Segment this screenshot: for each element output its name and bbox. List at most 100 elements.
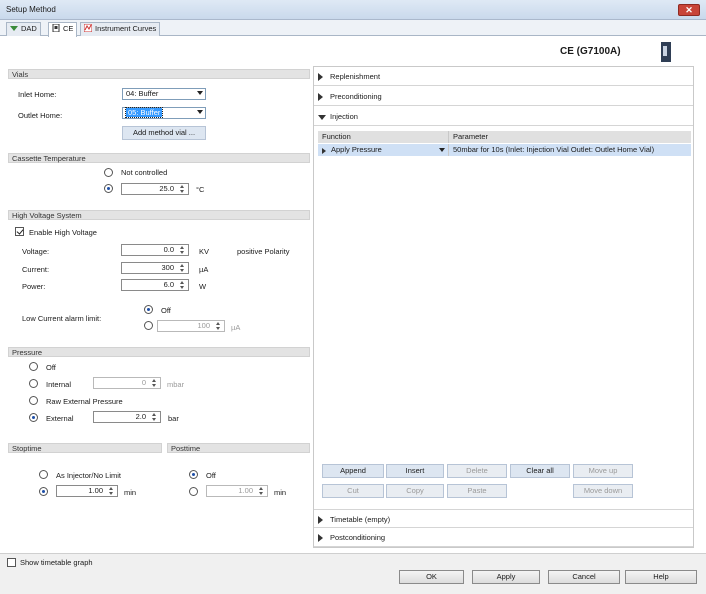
- alarm-limit-value: 100: [197, 321, 210, 330]
- not-controlled-radio[interactable]: [104, 168, 113, 177]
- pressure-internal-radio[interactable]: [29, 379, 38, 388]
- title-bar: Setup Method ✕: [0, 0, 706, 20]
- chevron-down-icon[interactable]: [439, 148, 445, 152]
- copy-button[interactable]: Copy: [386, 484, 444, 498]
- power-unit: W: [199, 282, 207, 291]
- ok-button[interactable]: OK: [399, 570, 464, 584]
- current-spinner[interactable]: 300: [121, 262, 189, 274]
- inlet-home-label: Inlet Home:: [18, 90, 57, 99]
- stoptime-no-limit-radio[interactable]: [39, 470, 48, 479]
- alarm-off-radio[interactable]: [144, 305, 153, 314]
- external-pressure-spinner[interactable]: 2.0: [93, 411, 161, 423]
- window-title: Setup Method: [6, 5, 56, 14]
- spinner-icon[interactable]: [150, 379, 159, 387]
- accordion-preconditioning[interactable]: Preconditioning: [314, 87, 693, 106]
- enable-hv-checkbox[interactable]: [15, 227, 24, 236]
- accordion-timetable[interactable]: Timetable (empty): [314, 509, 693, 528]
- clear-all-button[interactable]: Clear all: [510, 464, 570, 478]
- raw-external-radio[interactable]: [29, 396, 38, 405]
- accordion-postconditioning[interactable]: Postconditioning: [314, 528, 693, 547]
- inlet-home-combo[interactable]: 04: Buffer: [122, 88, 206, 100]
- dad-icon: [10, 25, 18, 32]
- module-name: CE (G7100A): [560, 46, 621, 57]
- outlet-home-value: 05: Buffer: [124, 107, 164, 118]
- column-divider: [448, 131, 449, 143]
- stoptime-header: Stoptime: [8, 443, 162, 453]
- cancel-button[interactable]: Cancel: [548, 570, 620, 584]
- posttime-off-radio[interactable]: [189, 470, 198, 479]
- ce-icon: [52, 23, 60, 33]
- spinner-icon[interactable]: [178, 246, 187, 254]
- alarm-limit-radio[interactable]: [144, 321, 153, 330]
- chevron-down-icon: [197, 110, 203, 114]
- spinner-icon[interactable]: [178, 264, 187, 272]
- tab-instrument-curves[interactable]: Instrument Curves: [80, 22, 161, 36]
- paste-button[interactable]: Paste: [447, 484, 507, 498]
- stoptime-no-limit-label: As Injector/No Limit: [56, 471, 122, 480]
- voltage-spinner[interactable]: 0.0: [121, 244, 189, 256]
- cut-button[interactable]: Cut: [322, 484, 384, 498]
- append-button[interactable]: Append: [322, 464, 384, 478]
- temperature-spinner[interactable]: 25.0: [121, 183, 189, 195]
- tab-strip: DAD CE Instrument Curves: [0, 20, 706, 37]
- table-row[interactable]: Apply Pressure 50mbar for 10s (Inlet: In…: [318, 144, 691, 156]
- show-timetable-label: Show timetable graph: [20, 558, 93, 567]
- right-panel: Replenishment Preconditioning Injection …: [313, 66, 694, 548]
- polarity-label: positive Polarity: [237, 247, 290, 256]
- posttime-header: Posttime: [167, 443, 310, 453]
- pressure-off-radio[interactable]: [29, 362, 38, 371]
- expand-arrow-icon: [318, 73, 323, 81]
- enable-hv-label: Enable High Voltage: [29, 228, 97, 237]
- current-unit: µA: [199, 265, 209, 274]
- power-spinner[interactable]: 6.0: [121, 279, 189, 291]
- temperature-value: 25.0: [159, 184, 174, 193]
- close-button[interactable]: ✕: [678, 4, 700, 16]
- internal-pressure-unit: mbar: [167, 380, 185, 389]
- help-button[interactable]: Help: [625, 570, 697, 584]
- spinner-icon[interactable]: [214, 322, 223, 330]
- spinner-icon[interactable]: [150, 413, 159, 421]
- show-timetable-checkbox[interactable]: [7, 558, 16, 567]
- stoptime-value: 1.00: [88, 486, 103, 495]
- external-pressure-unit: bar: [168, 414, 179, 423]
- stoptime-unit: min: [124, 488, 137, 497]
- voltage-value: 0.0: [163, 245, 174, 254]
- curves-icon: [83, 23, 93, 33]
- expand-arrow-icon: [318, 534, 323, 542]
- stoptime-value-radio[interactable]: [39, 487, 48, 496]
- spinner-icon[interactable]: [178, 281, 187, 289]
- column-divider: [448, 144, 449, 156]
- insert-button[interactable]: Insert: [386, 464, 444, 478]
- stoptime-spinner[interactable]: 1.00: [56, 485, 118, 497]
- spinner-icon[interactable]: [257, 487, 266, 495]
- pressure-internal-label: Internal: [46, 380, 72, 389]
- accordion-replenishment[interactable]: Replenishment: [314, 67, 693, 86]
- row-function[interactable]: Apply Pressure: [331, 144, 382, 156]
- tab-dad[interactable]: DAD: [6, 22, 41, 36]
- table-header: Function Parameter: [318, 131, 691, 143]
- spinner-icon[interactable]: [178, 185, 187, 193]
- posttime-off-label: Off: [206, 471, 216, 480]
- bottom-bar: Show timetable graph OK Apply Cancel Hel…: [0, 553, 706, 594]
- external-pressure-value: 2.0: [135, 412, 146, 421]
- spinner-icon[interactable]: [107, 487, 116, 495]
- internal-pressure-spinner[interactable]: 0: [93, 377, 161, 389]
- external-radio[interactable]: [29, 413, 38, 422]
- move-down-button[interactable]: Move down: [573, 484, 633, 498]
- temperature-radio[interactable]: [104, 184, 113, 193]
- power-label: Power:: [22, 282, 46, 291]
- accordion-injection[interactable]: Injection: [314, 107, 693, 126]
- current-value: 300: [161, 263, 174, 272]
- delete-button[interactable]: Delete: [447, 464, 507, 478]
- add-method-vial-button[interactable]: Add method vial ...: [122, 126, 206, 140]
- low-current-alarm-label: Low Current alarm limit:: [22, 314, 102, 323]
- alarm-limit-spinner[interactable]: 100: [157, 320, 225, 332]
- posttime-spinner[interactable]: 1.00: [206, 485, 268, 497]
- move-up-button[interactable]: Move up: [573, 464, 633, 478]
- outlet-home-combo[interactable]: 05: Buffer: [122, 107, 206, 119]
- tab-ce[interactable]: CE: [48, 22, 78, 37]
- timetable-label: Timetable (empty): [330, 515, 391, 524]
- apply-button[interactable]: Apply: [472, 570, 540, 584]
- tab-instrument-curves-label: Instrument Curves: [95, 24, 157, 33]
- posttime-value-radio[interactable]: [189, 487, 198, 496]
